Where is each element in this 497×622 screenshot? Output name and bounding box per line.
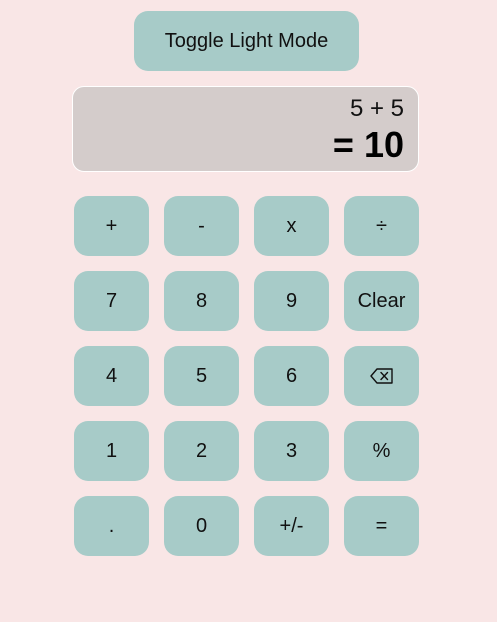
divide-button[interactable]: ÷ xyxy=(344,196,419,256)
plus-button[interactable]: + xyxy=(74,196,149,256)
percent-button[interactable]: % xyxy=(344,421,419,481)
digit-6-button[interactable]: 6 xyxy=(254,346,329,406)
digit-4-button[interactable]: 4 xyxy=(74,346,149,406)
digit-3-button[interactable]: 3 xyxy=(254,421,329,481)
keypad: + - x ÷ 7 8 9 Clear 4 5 6 1 2 3%. 0 +/- = xyxy=(74,196,419,556)
digit-8-button[interactable]: 8 xyxy=(164,271,239,331)
multiply-button[interactable]: x xyxy=(254,196,329,256)
backspace-button[interactable] xyxy=(344,346,419,406)
digit-9-button[interactable]: 9 xyxy=(254,271,329,331)
digit-1-button[interactable]: 1 xyxy=(74,421,149,481)
negate-button[interactable]: +/- xyxy=(254,496,329,556)
expression-text: 5 + 5 xyxy=(349,95,404,122)
minus-button[interactable]: - xyxy=(164,196,239,256)
decimal-button[interactable]: . xyxy=(74,496,149,556)
result-text: = 10 xyxy=(332,124,404,165)
backspace-icon xyxy=(369,368,394,384)
equals-button[interactable]: = xyxy=(344,496,419,556)
digit-2-button[interactable]: 2 xyxy=(164,421,239,481)
digit-0-button[interactable]: 0 xyxy=(164,496,239,556)
clear-button[interactable]: Clear xyxy=(344,271,419,331)
digit-5-button[interactable]: 5 xyxy=(164,346,239,406)
calculator-display: 5 + 5 = 10 xyxy=(72,86,419,172)
digit-7-button[interactable]: 7 xyxy=(74,271,149,331)
toggle-light-mode-button[interactable]: Toggle Light Mode xyxy=(134,11,359,71)
